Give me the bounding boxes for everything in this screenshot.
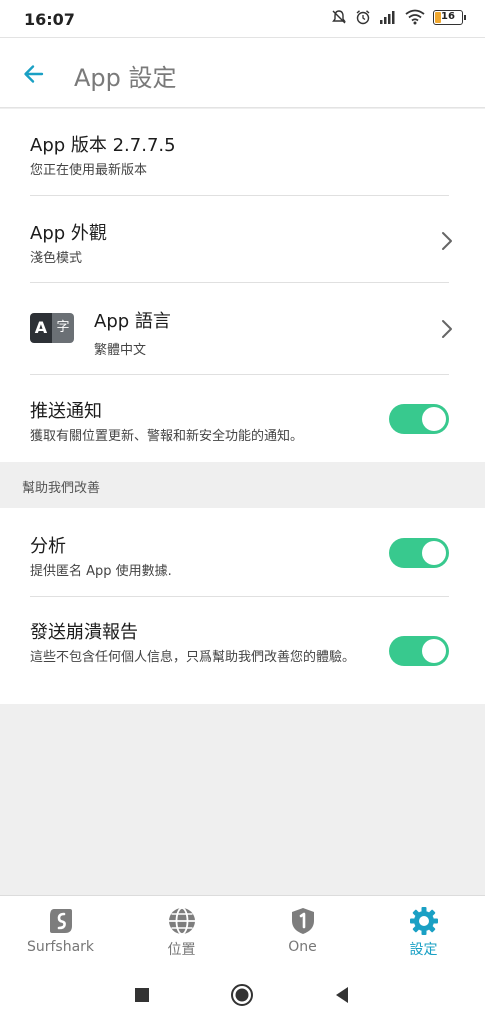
- chevron-right-icon[interactable]: [439, 318, 455, 340]
- circle-icon: [231, 984, 253, 1006]
- tab-settings[interactable]: 設定: [363, 896, 484, 966]
- tab-surfshark[interactable]: Surfshark: [0, 896, 121, 966]
- divider: [30, 282, 449, 283]
- version-subtitle: 您正在使用最新版本: [30, 163, 148, 178]
- analytics-title: 分析: [30, 536, 66, 557]
- appearance-title: App 外觀: [30, 223, 107, 244]
- gear-icon: [409, 907, 438, 935]
- divider: [30, 195, 449, 196]
- system-nav-bar: [0, 965, 485, 1024]
- language-subtitle: 繁體中文: [94, 343, 147, 358]
- version-title: App 版本 2.7.7.5: [30, 135, 176, 156]
- appearance-row[interactable]: App 外觀 淺色模式: [30, 219, 449, 268]
- tab-label: One: [288, 939, 317, 955]
- toggle-knob: [422, 639, 446, 663]
- crash-reports-toggle[interactable]: [389, 636, 449, 666]
- mute-bell-icon: [332, 10, 346, 24]
- arrow-left-icon: [24, 65, 44, 83]
- page-title: App 設定: [74, 64, 177, 92]
- notifications-toggle[interactable]: [389, 404, 449, 434]
- home-button[interactable]: [230, 983, 254, 1007]
- status-bar: 16:07 16: [0, 0, 485, 38]
- app-bar: App 設定: [0, 38, 485, 108]
- tab-label: 位置: [167, 942, 196, 958]
- chevron-right-icon[interactable]: [439, 230, 455, 252]
- wifi-icon: [405, 9, 425, 25]
- triangle-back-icon: [336, 987, 348, 1003]
- crash-reports-row: 發送崩潰報告 這些不包含任何個人信息，只爲幫助我們改善您的體驗。: [30, 618, 375, 667]
- analytics-subtitle: 提供匿名 App 使用數據.: [30, 564, 172, 579]
- version-row: App 版本 2.7.7.5 您正在使用最新版本: [30, 131, 449, 180]
- status-time: 16:07: [24, 10, 75, 29]
- section-label: 幫助我們改善: [22, 481, 101, 496]
- shield-one-icon: [291, 908, 314, 934]
- notifications-subtitle: 獲取有關位置更新、警報和新安全功能的通知。: [30, 429, 304, 444]
- analytics-row: 分析 提供匿名 App 使用數據.: [30, 532, 375, 581]
- tab-locations[interactable]: 位置: [121, 896, 242, 966]
- analytics-toggle[interactable]: [389, 538, 449, 568]
- divider: [30, 596, 449, 597]
- tab-label: Surfshark: [26, 939, 95, 955]
- alarm-icon: [356, 10, 370, 25]
- crash-reports-title: 發送崩潰報告: [30, 622, 138, 643]
- crash-reports-subtitle: 這些不包含任何個人信息，只爲幫助我們改善您的體驗。: [30, 650, 356, 665]
- toggle-knob: [422, 541, 446, 565]
- improve-card: 分析 提供匿名 App 使用數據. 發送崩潰報告 這些不包含任何個人信息，只爲幫…: [0, 508, 485, 704]
- tab-label: 設定: [409, 942, 438, 958]
- tab-one[interactable]: One: [242, 896, 363, 966]
- settings-card: App 版本 2.7.7.5 您正在使用最新版本 App 外觀 淺色模式 A 字…: [0, 109, 485, 462]
- appearance-subtitle: 淺色模式: [30, 251, 83, 266]
- surfshark-logo-icon: [49, 909, 72, 933]
- back-nav-button[interactable]: [330, 983, 354, 1007]
- language-icon: A 字: [30, 313, 74, 343]
- battery-icon: 16: [433, 9, 466, 25]
- back-button[interactable]: [18, 58, 50, 90]
- divider: [30, 374, 449, 375]
- status-icons: 16: [331, 9, 466, 25]
- language-row[interactable]: App 語言 繁體中文: [94, 307, 449, 360]
- section-header: 幫助我們改善: [0, 462, 485, 508]
- square-icon: [135, 988, 149, 1002]
- recents-button[interactable]: [130, 983, 154, 1007]
- globe-icon: [168, 907, 195, 935]
- notifications-row: 推送通知 獲取有關位置更新、警報和新安全功能的通知。: [30, 397, 375, 446]
- battery-level: 16: [441, 10, 455, 22]
- language-title: App 語言: [94, 311, 171, 332]
- notifications-title: 推送通知: [30, 401, 102, 422]
- signal-icon: [380, 11, 395, 24]
- toggle-knob: [422, 407, 446, 431]
- bottom-tab-bar: Surfshark 位置 One 設定: [0, 895, 485, 965]
